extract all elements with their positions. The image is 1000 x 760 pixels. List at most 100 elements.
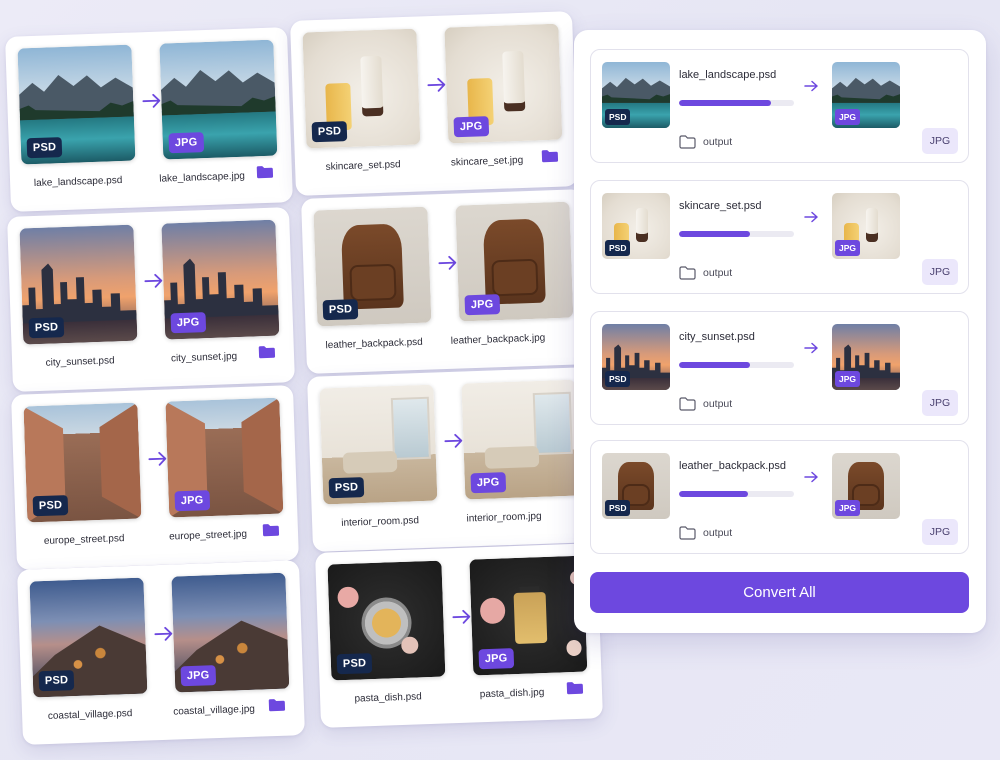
converted-filename: europe_street.jpg — [168, 528, 248, 543]
jpg-badge: JPG — [835, 109, 861, 125]
converted-filename: coastal_village.jpg — [173, 703, 256, 718]
conversion-queue-panel: PSD lake_landscape.psd JPG output JPG PS… — [574, 30, 986, 633]
source-filename: europe_street.psd — [43, 533, 125, 547]
queue-item[interactable]: PSD skincare_set.psd JPG output JPG — [590, 180, 969, 294]
arrow-right-icon — [804, 80, 818, 92]
source-thumbnail[interactable]: PSD — [319, 384, 438, 505]
output-folder-label: output — [703, 398, 733, 410]
output-folder-label: output — [703, 136, 733, 148]
psd-badge: PSD — [605, 109, 631, 125]
converted-thumbnail[interactable]: JPG — [444, 23, 563, 144]
jpg-badge: JPG — [835, 240, 861, 256]
queue-item[interactable]: PSD city_sunset.psd JPG output JPG — [590, 311, 969, 425]
converted-filename: pasta_dish.jpg — [479, 687, 545, 701]
source-thumbnail[interactable]: PSD — [19, 224, 138, 345]
psd-badge: PSD — [605, 240, 631, 256]
conversion-card[interactable]: PSD JPG skincare_set.psd skincare_set.jp… — [290, 11, 578, 196]
folder-icon[interactable] — [256, 164, 275, 180]
jpg-badge: JPG — [835, 500, 861, 516]
folder-icon[interactable] — [541, 148, 560, 164]
jpg-badge: JPG — [168, 132, 204, 154]
source-thumbnail: PSD — [602, 62, 670, 128]
converted-filename: lake_landscape.jpg — [159, 170, 246, 185]
source-filename: coastal_village.psd — [47, 708, 133, 722]
format-button[interactable]: JPG — [922, 519, 958, 545]
converted-thumbnail[interactable]: JPG — [161, 219, 280, 340]
jpg-badge: JPG — [835, 371, 861, 387]
output-folder-link[interactable]: output — [679, 266, 732, 280]
output-folder-link[interactable]: output — [679, 397, 732, 411]
convert-all-button[interactable]: Convert All — [590, 572, 969, 613]
conversion-card[interactable]: PSD JPG interior_room.psd interior_room.… — [307, 367, 595, 552]
converted-thumbnail[interactable]: JPG — [171, 572, 290, 693]
source-thumbnail[interactable]: PSD — [29, 577, 148, 698]
converted-filename: leather_backpack.jpg — [450, 332, 546, 347]
folder-icon[interactable] — [566, 680, 585, 696]
psd-badge: PSD — [28, 317, 65, 339]
source-filename: city_sunset.psd — [45, 355, 115, 369]
conversion-card[interactable]: PSD JPG leather_backpack.psd leather_bac… — [301, 189, 589, 374]
psd-badge: PSD — [38, 670, 75, 692]
queue-item-filename: skincare_set.psd — [679, 200, 762, 212]
format-button[interactable]: JPG — [922, 259, 958, 285]
folder-outline-icon — [679, 397, 696, 411]
source-thumbnail: PSD — [602, 324, 670, 390]
source-thumbnail: PSD — [602, 453, 670, 519]
progress-bar — [679, 362, 794, 368]
conversion-card[interactable]: PSD JPG europe_street.psd europe_street.… — [11, 385, 299, 570]
converted-thumbnail[interactable]: JPG — [165, 397, 284, 518]
psd-badge: PSD — [605, 500, 631, 516]
source-thumbnail[interactable]: PSD — [17, 44, 136, 165]
psd-badge: PSD — [322, 299, 359, 321]
progress-bar — [679, 100, 794, 106]
folder-outline-icon — [679, 266, 696, 280]
conversion-card[interactable]: PSD JPG pasta_dish.psd pasta_dish.jpg — [315, 543, 603, 728]
progress-bar — [679, 491, 794, 497]
converted-thumbnail[interactable]: JPG — [455, 201, 574, 322]
output-folder-label: output — [703, 527, 733, 539]
source-thumbnail[interactable]: PSD — [313, 206, 432, 327]
converted-thumbnail: JPG — [832, 193, 900, 259]
progress-fill — [679, 231, 751, 237]
jpg-badge: JPG — [464, 294, 500, 316]
format-button[interactable]: JPG — [922, 390, 958, 416]
source-thumbnail[interactable]: PSD — [23, 402, 142, 523]
converted-thumbnail[interactable]: JPG — [469, 555, 588, 676]
converted-thumbnail[interactable]: JPG — [159, 39, 278, 160]
queue-item[interactable]: PSD leather_backpack.psd JPG output JPG — [590, 440, 969, 554]
psd-badge: PSD — [336, 653, 373, 675]
folder-icon[interactable] — [262, 522, 281, 538]
arrow-right-icon — [804, 342, 818, 354]
jpg-badge: JPG — [180, 665, 216, 687]
converted-thumbnail: JPG — [832, 62, 900, 128]
progress-fill — [679, 362, 751, 368]
jpg-badge: JPG — [453, 116, 489, 138]
converted-thumbnail[interactable]: JPG — [461, 379, 580, 500]
conversion-card[interactable]: PSD JPG city_sunset.psd city_sunset.jpg — [7, 207, 295, 392]
conversion-card[interactable]: PSD JPG coastal_village.psd coastal_vill… — [17, 560, 305, 745]
source-filename: leather_backpack.psd — [325, 336, 423, 352]
source-thumbnail[interactable]: PSD — [327, 560, 446, 681]
output-folder-link[interactable]: output — [679, 135, 732, 149]
arrow-right-icon — [804, 471, 818, 483]
jpg-badge: JPG — [478, 648, 514, 670]
queue-item-filename: city_sunset.psd — [679, 331, 755, 343]
converted-thumbnail: JPG — [832, 453, 900, 519]
folder-icon[interactable] — [268, 697, 287, 713]
converted-thumbnail: JPG — [832, 324, 900, 390]
output-folder-label: output — [703, 267, 733, 279]
source-thumbnail: PSD — [602, 193, 670, 259]
jpg-badge: JPG — [174, 490, 210, 512]
folder-outline-icon — [679, 526, 696, 540]
converted-filename: city_sunset.jpg — [170, 351, 238, 365]
jpg-badge: JPG — [170, 312, 206, 334]
folder-icon[interactable] — [258, 344, 277, 360]
source-thumbnail[interactable]: PSD — [302, 28, 421, 149]
conversion-card[interactable]: PSD JPG lake_landscape.psd lake_landscap… — [5, 27, 293, 212]
queue-item[interactable]: PSD lake_landscape.psd JPG output JPG — [590, 49, 969, 163]
format-button[interactable]: JPG — [922, 128, 958, 154]
psd-badge: PSD — [26, 137, 63, 159]
progress-bar — [679, 231, 794, 237]
source-filename: skincare_set.psd — [325, 159, 401, 173]
output-folder-link[interactable]: output — [679, 526, 732, 540]
